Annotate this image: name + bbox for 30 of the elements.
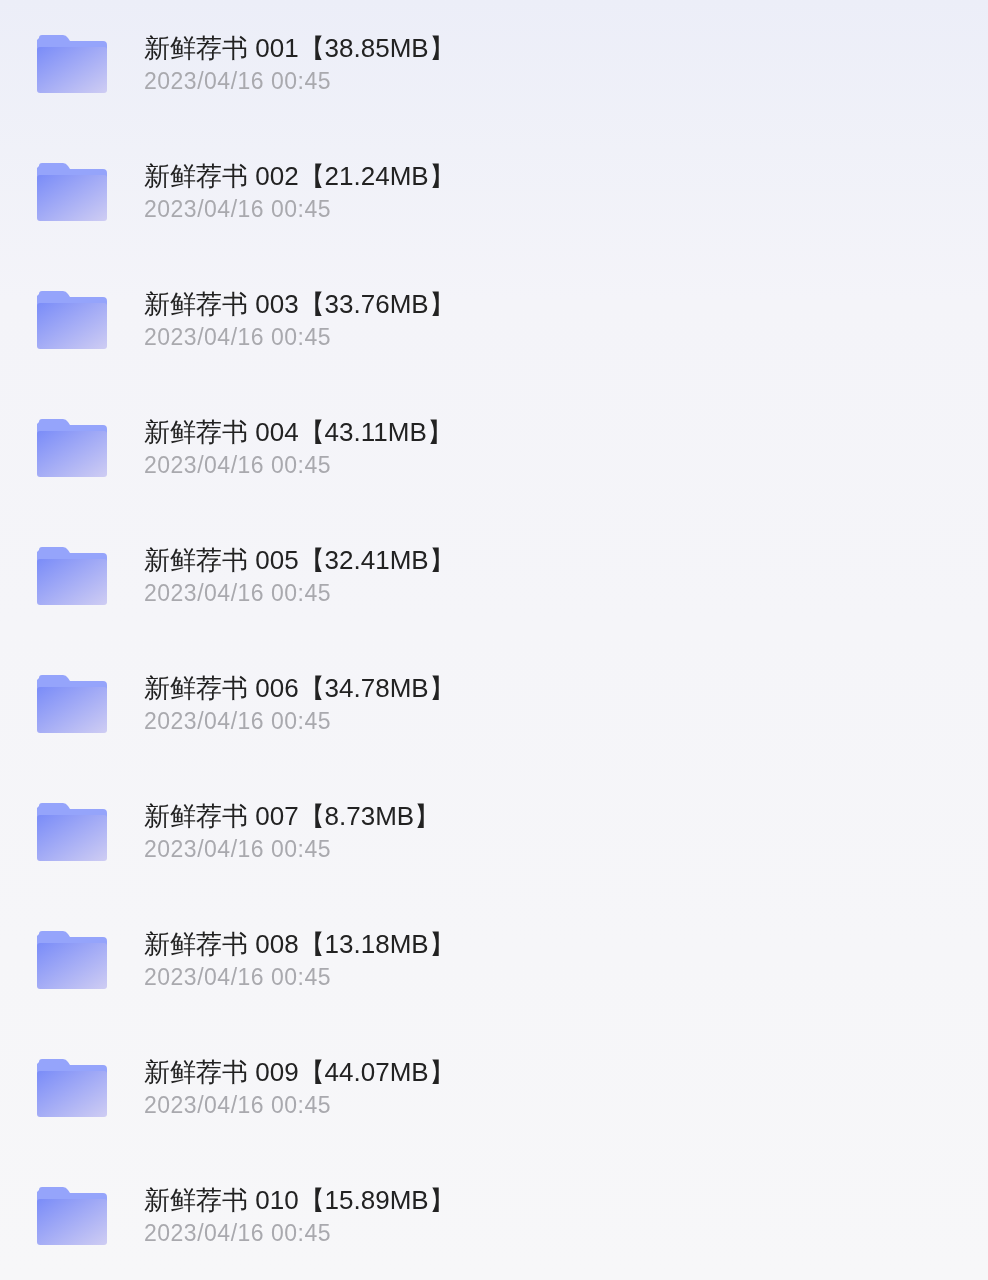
folder-name[interactable]: 新鲜荐书 006【34.78MB】 [144, 673, 455, 703]
modified-date: 2023/04/16 00:45 [144, 195, 333, 223]
folder-name[interactable]: 新鲜荐书 002【21.24MB】 [144, 161, 455, 191]
folder-icon[interactable] [37, 1187, 107, 1245]
folder-icon[interactable] [37, 675, 107, 733]
folder-name[interactable]: 新鲜荐书 007【8.73MB】 [144, 801, 441, 831]
modified-date: 2023/04/16 00:45 [144, 835, 333, 863]
folder-name[interactable]: 新鲜荐书 004【43.11MB】 [144, 417, 453, 447]
folder-icon[interactable] [37, 163, 107, 221]
folder-name[interactable]: 新鲜荐书 005【32.41MB】 [144, 545, 455, 575]
folder-icon[interactable] [37, 35, 107, 93]
modified-date: 2023/04/16 00:45 [144, 1219, 333, 1247]
folder-name[interactable]: 新鲜荐书 003【33.76MB】 [144, 289, 455, 319]
folder-icon[interactable] [37, 547, 107, 605]
folder-icon[interactable] [37, 419, 107, 477]
folder-icon[interactable] [37, 1059, 107, 1117]
folder-icon[interactable] [37, 803, 107, 861]
folder-icon[interactable] [37, 931, 107, 989]
modified-date: 2023/04/16 00:45 [144, 1091, 333, 1119]
folder-name[interactable]: 新鲜荐书 001【38.85MB】 [144, 33, 455, 63]
folder-icon[interactable] [37, 291, 107, 349]
folder-name[interactable]: 新鲜荐书 008【13.18MB】 [144, 929, 455, 959]
modified-date: 2023/04/16 00:45 [144, 963, 333, 991]
modified-date: 2023/04/16 00:45 [144, 707, 333, 735]
folder-name[interactable]: 新鲜荐书 010【15.89MB】 [144, 1185, 455, 1215]
folder-name[interactable]: 新鲜荐书 009【44.07MB】 [144, 1057, 455, 1087]
modified-date: 2023/04/16 00:45 [144, 67, 333, 95]
modified-date: 2023/04/16 00:45 [144, 579, 333, 607]
modified-date: 2023/04/16 00:45 [144, 323, 333, 351]
modified-date: 2023/04/16 00:45 [144, 451, 333, 479]
